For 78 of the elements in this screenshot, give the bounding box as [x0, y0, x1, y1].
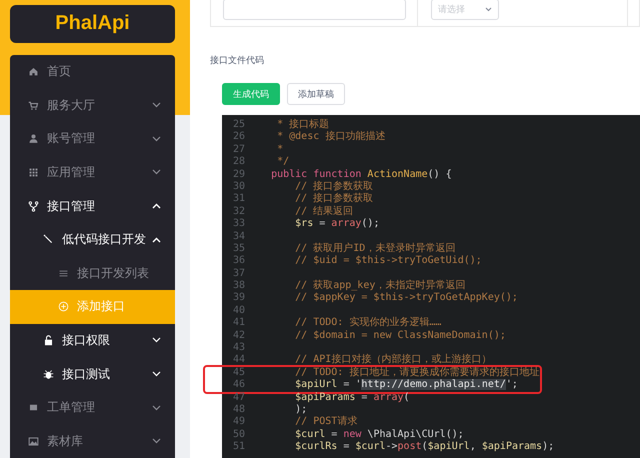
code-line: public function ActionName() { — [270, 168, 452, 180]
line-number: 28 — [232, 156, 245, 169]
code-line: // API接口对接（内部接口，或上游接口） — [294, 354, 492, 366]
code-line: // 获取用户ID，未登录时异常返回 — [294, 242, 456, 255]
nav-item[interactable]: 服务大厅 — [10, 88, 175, 122]
line-number: 44 — [232, 354, 245, 367]
line-number: 42 — [232, 330, 245, 342]
code-line: * @desc 接口功能描述 — [276, 131, 386, 144]
line-number: 36 — [232, 255, 245, 268]
code-line: // 接口参数获取 — [294, 180, 374, 192]
code-line: // TODO: 实现你的业务逻辑…… — [294, 317, 442, 330]
line-number: 26 — [232, 131, 245, 144]
text-field[interactable] — [223, 0, 406, 20]
nav-item[interactable]: 接口管理 — [10, 189, 175, 223]
nav-item[interactable]: 素材库 — [10, 424, 175, 458]
code-line: // POST请求 — [294, 416, 358, 429]
line-number: 32 — [232, 206, 245, 218]
line-number: 33 — [232, 218, 245, 231]
code-line: * 接口标题 — [276, 119, 330, 130]
code-line: $rs = array(); — [294, 218, 380, 231]
grid-icon — [28, 166, 39, 178]
line-number: 40 — [232, 304, 245, 318]
line-number: 30 — [232, 180, 245, 194]
line-number: 31 — [232, 193, 245, 206]
code-line: // $domain = new ClassNameDomain(); — [294, 330, 506, 342]
wand-icon — [43, 234, 54, 246]
section-label: 接口文件代码 — [210, 54, 264, 66]
nav-item[interactable]: 工单管理 — [10, 390, 175, 424]
code-line: // 接口参数获取 — [294, 193, 374, 206]
draft-button[interactable]: 添加草稿 — [287, 83, 345, 105]
cart-icon — [28, 100, 39, 111]
chevron-down-icon — [485, 7, 492, 12]
code-line: // TODO: 接口地址，请更换成你需要请求的接口地址 — [294, 366, 540, 379]
line-number: 29 — [232, 168, 245, 181]
user-icon — [28, 133, 39, 144]
line-number: 47 — [232, 392, 245, 404]
nav-item[interactable]: 接口开发列表 — [10, 256, 175, 290]
lock-icon — [43, 334, 54, 346]
line-number: 43 — [232, 342, 245, 354]
code-line: $apiParams = array( — [294, 392, 410, 404]
line-number: 35 — [232, 242, 245, 256]
plus-circle-icon — [58, 301, 69, 312]
nav-item[interactable]: 账号管理 — [10, 122, 175, 156]
code-line: $curl = new \PhalApi\CUrl(); — [294, 428, 464, 441]
line-number: 37 — [232, 268, 245, 280]
line-number: 51 — [232, 441, 245, 454]
nav-item[interactable]: 首页 — [10, 54, 175, 88]
line-number: 39 — [232, 292, 245, 305]
line-number: 25 — [232, 119, 245, 132]
code-line: // $uid = $this->tryToGetUid(); — [294, 255, 482, 268]
branch-icon — [28, 200, 39, 212]
bug-icon — [43, 368, 54, 380]
line-number: 49 — [232, 416, 245, 429]
nav-item[interactable]: 应用管理 — [10, 156, 175, 190]
nav-item[interactable]: 接口权限 — [10, 324, 175, 358]
line-number: 48 — [232, 404, 245, 416]
code-line: */ — [276, 156, 290, 169]
line-number: 34 — [232, 230, 245, 243]
line-number: 27 — [232, 144, 245, 156]
code-line: $apiUrl = 'http://demo.phalapi.net/'; — [294, 379, 518, 392]
line-number: 46 — [232, 379, 245, 392]
code-line: * — [276, 144, 284, 156]
code-line: // $appKey = $this->tryToGetAppKey(); — [294, 292, 518, 305]
code-line: $curlRs = $curl->post($apiUrl, $apiParams); — [294, 441, 554, 454]
logo: PhalApi — [10, 5, 175, 43]
nav-item[interactable]: 接口测试 — [10, 357, 175, 391]
line-number: 50 — [232, 428, 245, 442]
line-number: 38 — [232, 280, 245, 292]
line-number: 41 — [232, 317, 245, 330]
home-icon — [28, 66, 39, 78]
image-icon — [28, 436, 39, 447]
code-line: ); — [294, 404, 308, 416]
square-icon — [28, 402, 39, 414]
code-line: // 结果返回 — [294, 206, 354, 218]
line-number: 45 — [232, 366, 245, 380]
generate-button[interactable]: 生成代码 — [222, 83, 280, 105]
code-line: // 获取app_key，未指定时异常返回 — [294, 280, 466, 292]
nav-item[interactable]: 低代码接口开发 — [10, 222, 175, 256]
